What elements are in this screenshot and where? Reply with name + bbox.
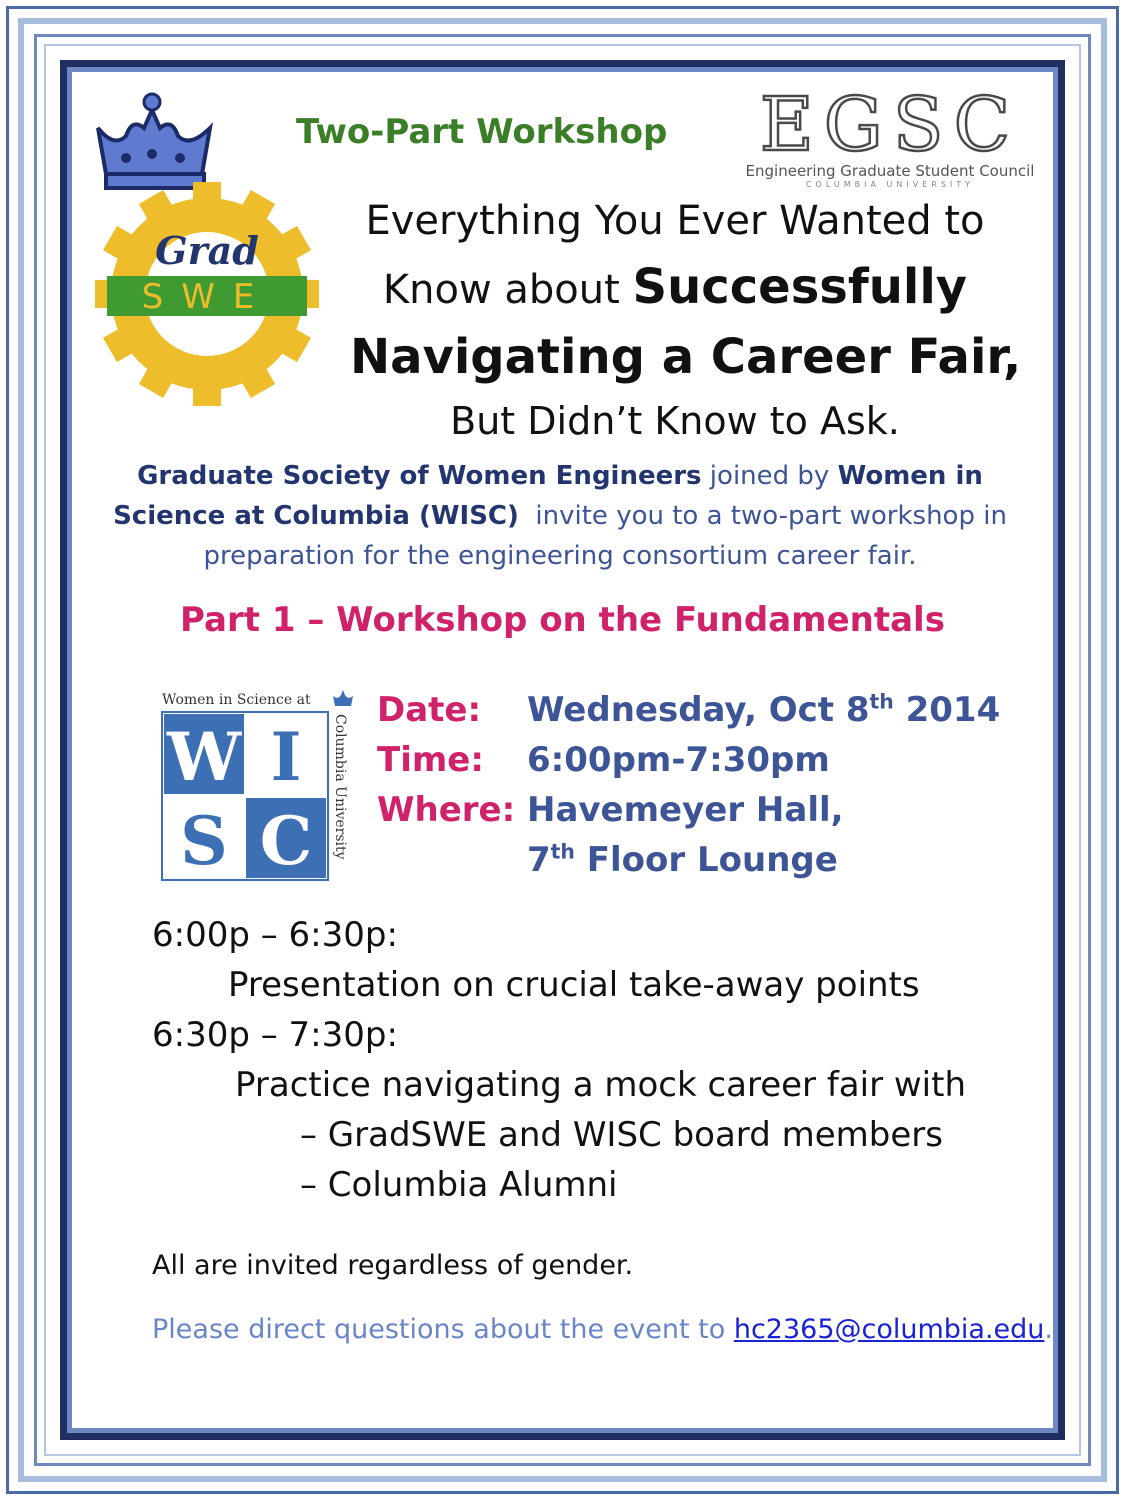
date-label: Date: [377,690,482,730]
date-value: Wednesday, Oct 8th 2014 [527,685,1000,735]
title-line-2-bold: Successfully [632,259,968,315]
contact-suffix: . [1044,1314,1054,1345]
workshop-kicker: Two-Part Workshop [296,112,668,152]
where-floor-sup: th [550,839,575,864]
flyer: Grad SWE EGSC Engineering Graduate Stude… [0,0,1125,1500]
schedule-slot2-time: 6:30p – 7:30p: [152,1015,398,1055]
title-line-3-bold: Navigating a Career Fair [350,329,1004,385]
intro-joined: joined by [701,461,838,491]
wisc-side-text: Columbia University [332,714,348,860]
title-line-2: Know about Successfully [350,254,1000,323]
wisc-letter-w: W [166,718,242,796]
part1-heading: Part 1 – Workshop on the Fundamentals [180,600,945,640]
time-label: Time: [377,740,484,780]
time-value: 6:00pm-7:30pm [527,740,830,780]
date-value-sup: th [869,689,894,714]
schedule-slot2-desc: Practice navigating a mock career fair w… [235,1065,966,1105]
title-line-2-plain: Know about [382,267,633,313]
schedule-slot1-desc: Presentation on crucial take-away points [228,965,920,1005]
where-value-line2: 7th Floor Lounge [527,835,838,885]
schedule-slot2-item2: – Columbia Alumni [300,1165,618,1205]
gradswe-script-text: Grad [155,228,259,273]
where-floor-number: 7 [527,840,551,880]
intro-org-gradswe: Graduate Society of Women Engineers [137,461,702,491]
wisc-top-text: Women in Science at [162,692,311,708]
schedule-slot2-item1: – GradSWE and WISC board members [300,1115,943,1155]
wisc-letter-i: I [271,718,302,796]
title-line-3: Navigating a Career Fair, [350,323,1021,391]
contact-prefix: Please direct questions about the event … [152,1314,734,1345]
date-value-year: 2014 [893,690,1001,730]
gradswe-gear-logo: Grad SWE [95,182,319,406]
where-floor-rest: Floor Lounge [574,840,838,880]
where-label: Where: [377,790,516,830]
title-line-1: Everything You Ever Wanted to [365,198,985,244]
contact-line: Please direct questions about the event … [152,1314,1053,1345]
event-title: Everything You Ever Wanted to Know about… [350,188,1021,451]
egsc-letters: EGSC [760,84,1020,168]
schedule: 6:00p – 6:30p: Presentation on crucial t… [152,910,966,1210]
egsc-school: COLUMBIA UNIVERSITY [806,180,974,188]
schedule-slot1-time: 6:00p – 6:30p: [152,915,398,955]
gradswe-block-text: SWE [142,277,273,317]
contact-email-link[interactable]: hc2365@columbia.edu [734,1314,1045,1345]
wisc-letter-s: S [180,802,228,880]
egsc-logo: EGSC Engineering Graduate Student Counci… [746,84,1035,188]
where-value-line1: Havemeyer Hall, [527,790,844,830]
wisc-logo: Women in Science at W I S C Columbia Uni… [161,690,353,881]
title-line-3-comma: , [1003,329,1022,385]
date-value-day: Wednesday, Oct 8 [527,690,870,730]
title-line-4: But Didn’t Know to Ask. [450,399,900,443]
intro-paragraph: Graduate Society of Women Engineers join… [110,456,1010,576]
invitation-note: All are invited regardless of gender. [152,1250,634,1281]
egsc-name: Engineering Graduate Student Council [746,162,1035,180]
wisc-letter-c: C [260,802,313,880]
